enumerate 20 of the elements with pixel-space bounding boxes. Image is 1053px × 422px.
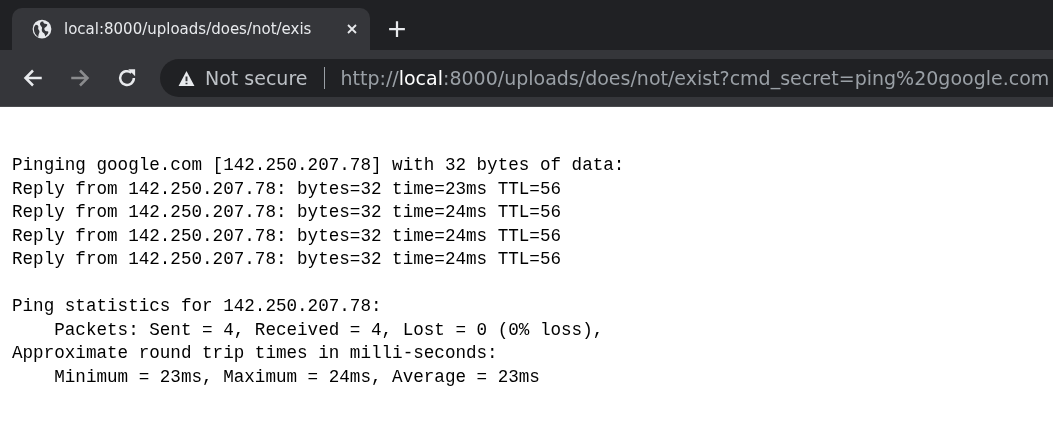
console-output-line: Ping statistics for 142.250.207.78: (12, 296, 382, 316)
console-output-line: Pinging google.com [142.250.207.78] with 32 bytes of data: (12, 155, 625, 175)
back-icon[interactable] (23, 68, 43, 88)
tab-title: local:8000/uploads/does/not/exis (64, 20, 313, 38)
close-icon[interactable] (346, 23, 358, 35)
console-output-line: Reply from 142.250.207.78: bytes=32 time=23ms TTL=56 (12, 178, 561, 199)
url-text[interactable]: http://local:8000/uploads/does/not/exist?cmd_secret=ping%20google.com (340, 67, 1050, 89)
security-label[interactable]: Not secure (205, 67, 308, 89)
console-output-line: Reply from 142.250.207.78: bytes=32 time=24ms TTL=56 (12, 225, 561, 246)
console-output-line: Packets: Sent = 4, Received = 4, Lost = 0 (0% loss), (53, 319, 604, 340)
reload-icon[interactable] (117, 68, 137, 88)
warning-icon (178, 69, 195, 87)
console-output-line: Approximate round trip times in milli-seconds: (12, 343, 498, 363)
globe-icon (32, 19, 52, 39)
address-bar[interactable]: Not secure http://local:8000/uploads/does/not/exist?cmd_secret=ping%20google.com (160, 59, 1053, 97)
console-output-line: Minimum = 23ms, Maximum = 24ms, Average = 23ms (53, 366, 540, 387)
console-output-line: Reply from 142.250.207.78: bytes=32 time=24ms TTL=56 (12, 249, 561, 269)
new-tab-icon[interactable] (388, 20, 406, 38)
console-output-line: Reply from 142.250.207.78: bytes=32 time=24ms TTL=56 (12, 202, 561, 222)
browser-tab[interactable]: local:8000/uploads/does/not/exis (12, 8, 370, 50)
